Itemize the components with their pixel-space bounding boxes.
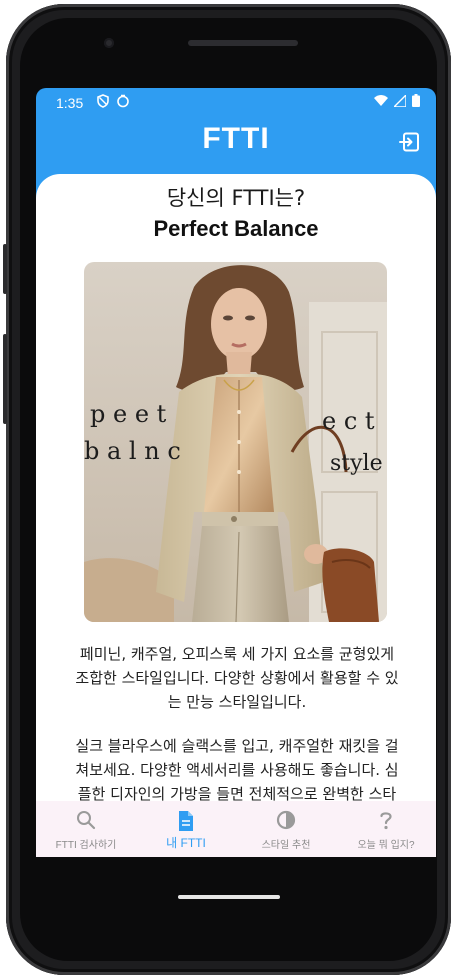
contrast-icon xyxy=(276,810,296,830)
wifi-icon xyxy=(374,94,388,106)
nav-item-ftti-test[interactable]: FTTI 검사하기 xyxy=(36,801,136,857)
image-caption-text: e c t xyxy=(322,407,375,435)
home-indicator[interactable] xyxy=(178,895,280,899)
bottom-navigation: FTTI 검사하기 내 FTTI 스타일 추천 오늘 뭐 입지? xyxy=(36,801,436,857)
status-bar: 1:35 xyxy=(36,88,436,116)
document-icon xyxy=(179,811,193,831)
image-caption-text: p e e t xyxy=(90,400,167,428)
status-time: 1:35 xyxy=(56,95,84,111)
result-content[interactable]: 당신의 FTTI는? Perfect Balance p e e t b a l… xyxy=(36,174,436,824)
side-button xyxy=(3,334,7,424)
sync-icon xyxy=(117,94,129,108)
shield-icon xyxy=(97,94,109,108)
search-icon xyxy=(77,811,96,830)
signal-icon xyxy=(394,94,406,107)
nav-label: 스타일 추천 xyxy=(261,840,311,851)
nav-item-what-to-wear[interactable]: 오늘 뭐 입지? xyxy=(336,801,436,857)
nav-item-my-ftti[interactable]: 내 FTTI xyxy=(136,801,236,857)
image-caption-text: style xyxy=(330,451,383,476)
nav-item-style-recommend[interactable]: 스타일 추천 xyxy=(236,801,336,857)
nav-label: 내 FTTI xyxy=(166,836,206,850)
logout-icon[interactable] xyxy=(398,130,422,154)
result-type-name: Perfect Balance xyxy=(153,216,319,241)
image-caption-text: b a l n c xyxy=(84,437,181,465)
earpiece-speaker xyxy=(188,40,298,46)
result-question: 당신의 FTTI는? xyxy=(166,186,306,210)
style-image: p e e t b a l n c e c t style xyxy=(84,262,387,622)
screen: 1:35 FTTI 당신의 FTTI는? Perfect Balance p e… xyxy=(36,88,436,857)
app-title: FTTI xyxy=(202,122,270,155)
app-bar: FTTI xyxy=(36,116,436,172)
question-icon xyxy=(380,812,392,830)
style-description: 페미닌, 캐주얼, 오피스룩 세 가지 요소를 균형있게 조합한 스타일입니다.… xyxy=(75,645,399,711)
nav-label: 오늘 뭐 입지? xyxy=(357,840,415,851)
nav-label: FTTI 검사하기 xyxy=(55,840,117,851)
side-button xyxy=(3,244,7,294)
front-camera xyxy=(104,38,114,48)
battery-icon xyxy=(412,94,420,107)
